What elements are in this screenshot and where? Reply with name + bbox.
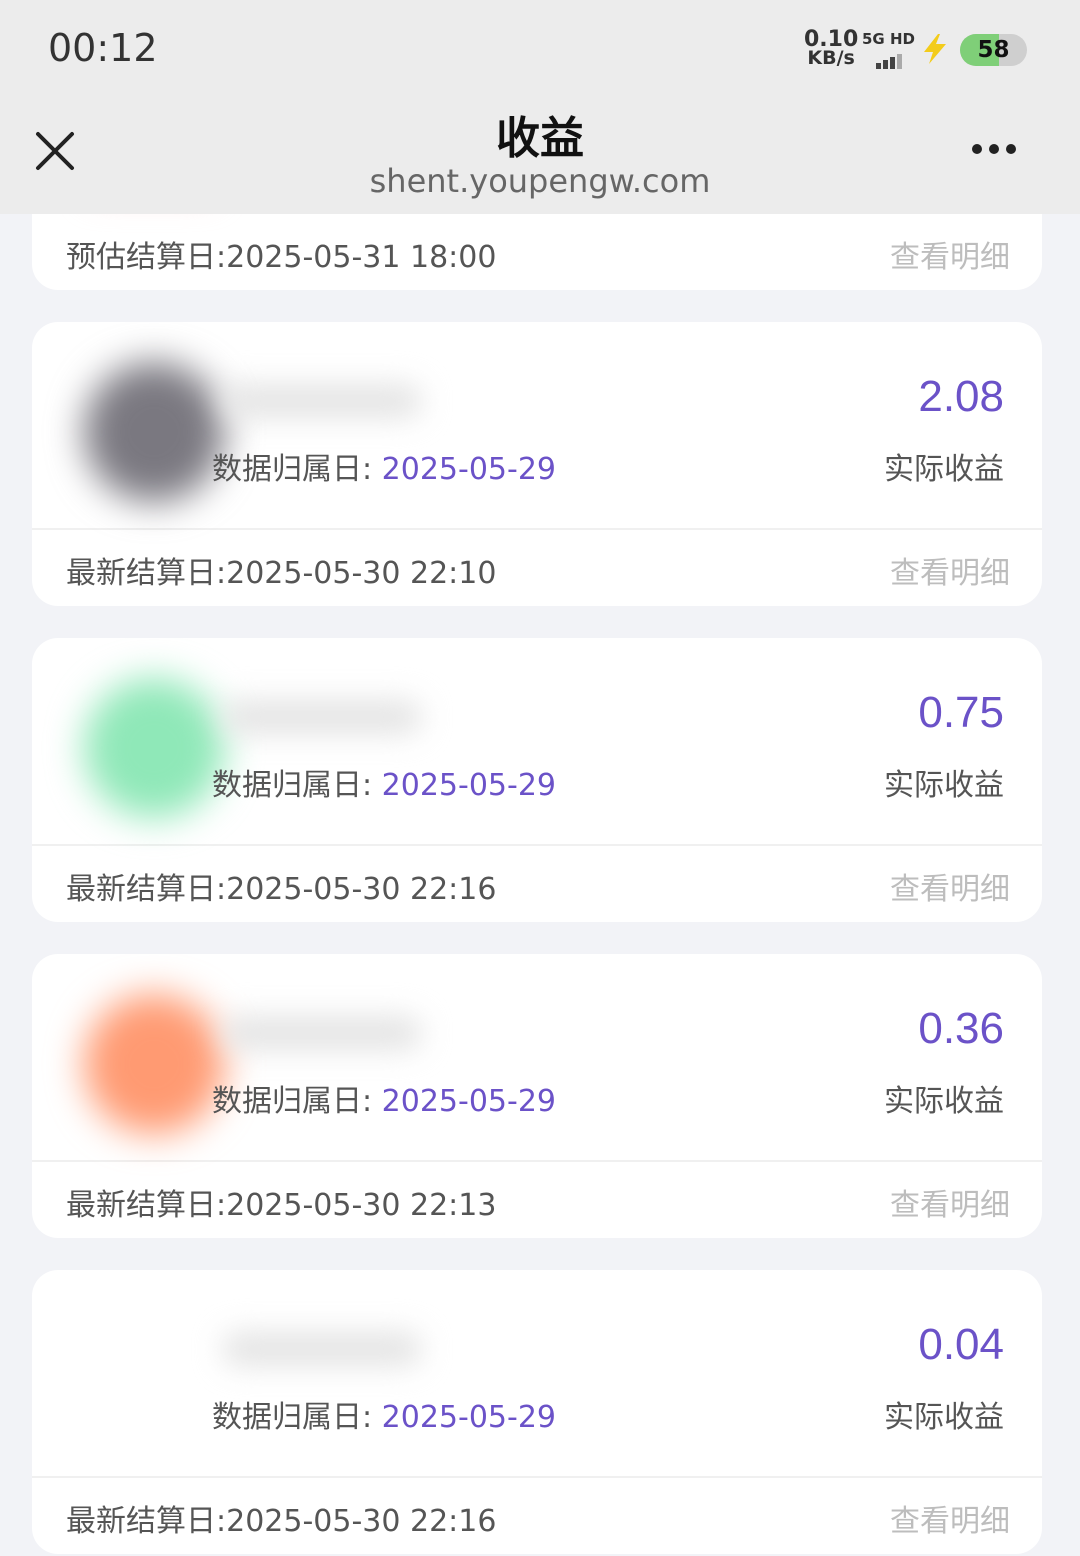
earnings-amount-label: 实际收益: [884, 768, 1004, 803]
network-speed-unit: KB/s: [807, 47, 855, 69]
status-time: 00:12: [48, 26, 158, 70]
more-menu-button[interactable]: [972, 134, 1036, 164]
view-detail-link[interactable]: 查看明细: [890, 548, 1010, 592]
earnings-amount: 2.08: [918, 372, 1004, 421]
merchant-logo: [84, 1310, 224, 1450]
earnings-amount-label: 实际收益: [884, 1400, 1004, 1435]
earnings-amount-label: 实际收益: [884, 452, 1004, 487]
earnings-card: 数据归属日: 2025-05-29 0.36 实际收益 最新结算日:2025-0…: [32, 954, 1042, 1238]
more-dots-icon: [972, 144, 982, 154]
data-attribution-date: 数据归属日: 2025-05-29: [212, 1400, 557, 1435]
view-detail-link[interactable]: 查看明细: [890, 1496, 1010, 1540]
merchant-logo: [84, 362, 224, 502]
merchant-name-blurred: [222, 700, 422, 734]
page-url: shent.youpengw.com: [369, 162, 711, 200]
network-type-label: 5G HD: [862, 30, 915, 48]
earnings-amount-label: 实际收益: [884, 1084, 1004, 1119]
network-speed: 0.10 KB/s: [804, 29, 858, 69]
earnings-list[interactable]: 预估结算日:2025-05-31 18:00 查看明细 数据归属日: 2025-…: [0, 214, 1080, 1556]
earnings-card: 数据归属日: 2025-05-29 0.04 实际收益 最新结算日:2025-0…: [32, 1270, 1042, 1554]
earnings-amount: 0.36: [918, 1004, 1004, 1053]
latest-settle-date: 最新结算日:2025-05-30 22:10: [66, 556, 497, 591]
earnings-amount: 0.75: [918, 688, 1004, 737]
data-attribution-date: 数据归属日: 2025-05-29: [212, 768, 557, 803]
data-attribution-date: 数据归属日: 2025-05-29: [212, 1084, 557, 1119]
battery-icon: 58: [960, 34, 1027, 66]
latest-settle-date: 最新结算日:2025-05-30 22:16: [66, 872, 497, 907]
view-detail-link[interactable]: 查看明细: [890, 864, 1010, 908]
merchant-logo: [84, 678, 224, 818]
page-title: 收益: [496, 113, 584, 164]
charging-bolt-icon: [918, 32, 952, 66]
status-bar: 00:12 0.10 KB/s 5G HD 58: [0, 0, 1080, 96]
view-detail-link[interactable]: 查看明细: [890, 1180, 1010, 1224]
merchant-logo: [84, 994, 224, 1134]
latest-settle-date: 最新结算日:2025-05-30 22:16: [66, 1504, 497, 1539]
merchant-name-blurred: [222, 1332, 422, 1366]
data-attribution-date: 数据归属日: 2025-05-29: [212, 452, 557, 487]
earnings-card: 数据归属日: 2025-05-29 2.08 实际收益 最新结算日:2025-0…: [32, 322, 1042, 606]
nav-bar: 收益 shent.youpengw.com: [0, 96, 1080, 214]
earnings-amount: 0.04: [918, 1320, 1004, 1369]
battery-level: 58: [977, 37, 1010, 63]
view-detail-link[interactable]: 查看明细: [890, 232, 1010, 276]
earnings-card-partial: 预估结算日:2025-05-31 18:00 查看明细: [32, 214, 1042, 290]
earnings-card: 数据归属日: 2025-05-29 0.75 实际收益 最新结算日:2025-0…: [32, 638, 1042, 922]
estimated-settle-date: 预估结算日:2025-05-31 18:00: [66, 240, 497, 275]
signal-icon: 5G HD: [862, 30, 915, 70]
merchant-name-blurred: [222, 384, 422, 418]
merchant-name-blurred: [222, 1016, 422, 1050]
latest-settle-date: 最新结算日:2025-05-30 22:13: [66, 1188, 497, 1223]
